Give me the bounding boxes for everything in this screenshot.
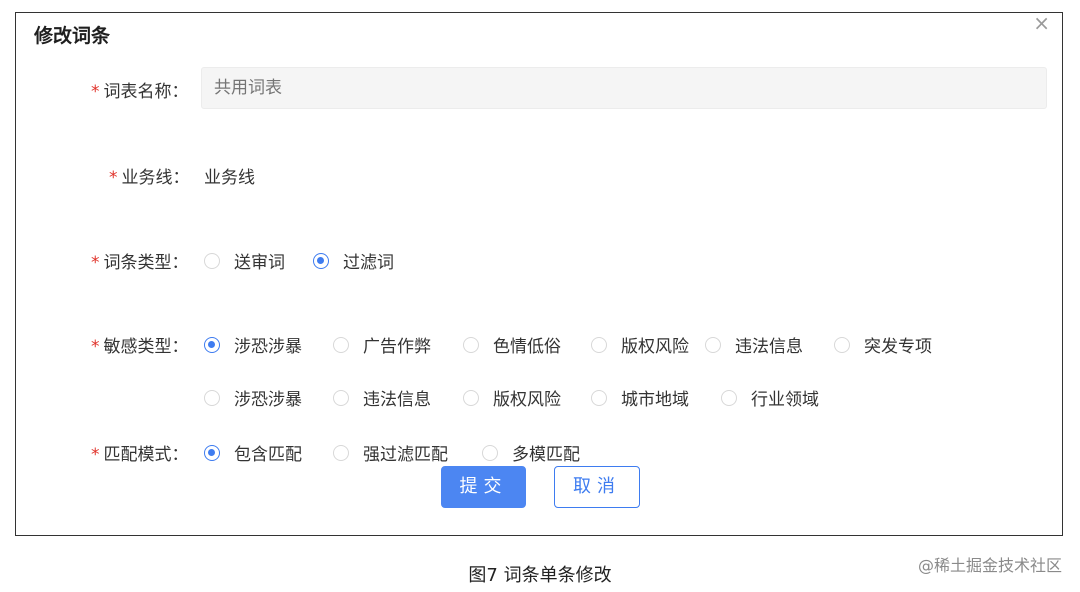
- radio-sensitive-type-6[interactable]: 涉恐涉暴: [204, 385, 302, 410]
- required-mark: *: [91, 82, 100, 102]
- radio-sensitive-type-4[interactable]: 违法信息: [705, 332, 803, 357]
- radio-match-mode-1[interactable]: 强过滤匹配: [333, 440, 448, 465]
- required-mark: *: [109, 168, 118, 188]
- required-mark: *: [91, 253, 100, 273]
- radio-circle: [591, 389, 607, 406]
- radio-circle: [333, 336, 349, 353]
- radio-match-mode-0[interactable]: 包含匹配: [204, 440, 302, 465]
- source-watermark: @稀土掘金技术社区: [917, 556, 1062, 575]
- radio-circle: [482, 444, 498, 461]
- wordlist-name-input[interactable]: [201, 67, 1047, 109]
- radio-circle: [204, 336, 220, 353]
- close-icon[interactable]: ×: [1033, 13, 1050, 33]
- submit-button[interactable]: 提交: [441, 466, 526, 508]
- match-mode-label: * 匹配模式：: [91, 445, 189, 465]
- radio-entry-type-0[interactable]: 送审词: [204, 248, 285, 273]
- dialog-title: 修改词条: [34, 25, 111, 47]
- required-mark: *: [91, 337, 100, 357]
- entry-type-label: * 词条类型：: [91, 253, 189, 273]
- radio-circle: [313, 252, 329, 269]
- edit-entry-dialog: 修改词条 × *词表名称： *业务线： 业务线 *词条类型： 送审词 过滤词 *…: [15, 12, 1063, 536]
- cancel-button[interactable]: 取消: [554, 466, 640, 508]
- radio-circle: [333, 444, 349, 461]
- radio-circle: [463, 336, 479, 353]
- radio-circle: [463, 389, 479, 406]
- required-mark: *: [91, 445, 100, 465]
- radio-circle: [721, 389, 737, 406]
- radio-sensitive-type-8[interactable]: 版权风险: [463, 385, 561, 410]
- radio-sensitive-type-9[interactable]: 城市地域: [591, 385, 689, 410]
- radio-sensitive-type-3[interactable]: 版权风险: [591, 332, 689, 357]
- radio-circle: [204, 252, 220, 269]
- radio-sensitive-type-7[interactable]: 违法信息: [333, 385, 431, 410]
- radio-circle: [204, 444, 220, 461]
- radio-circle: [204, 389, 220, 406]
- radio-sensitive-type-5[interactable]: 突发专项: [834, 332, 932, 357]
- radio-circle: [591, 336, 607, 353]
- business-line-value: 业务线: [204, 168, 255, 188]
- radio-sensitive-type-2[interactable]: 色情低俗: [463, 332, 561, 357]
- radio-sensitive-type-0[interactable]: 涉恐涉暴: [204, 332, 302, 357]
- radio-circle: [705, 336, 721, 353]
- radio-sensitive-type-1[interactable]: 广告作弊: [333, 332, 431, 357]
- business-line-label: * 业务线：: [109, 168, 190, 188]
- radio-circle: [333, 389, 349, 406]
- radio-sensitive-type-10[interactable]: 行业领域: [721, 385, 819, 410]
- radio-circle: [834, 336, 850, 353]
- radio-entry-type-1[interactable]: 过滤词: [313, 248, 394, 273]
- sensitive-type-label: * 敏感类型：: [91, 337, 189, 357]
- wordlist-name-label: * 词表名称：: [91, 82, 189, 102]
- radio-match-mode-2[interactable]: 多模匹配: [482, 440, 580, 465]
